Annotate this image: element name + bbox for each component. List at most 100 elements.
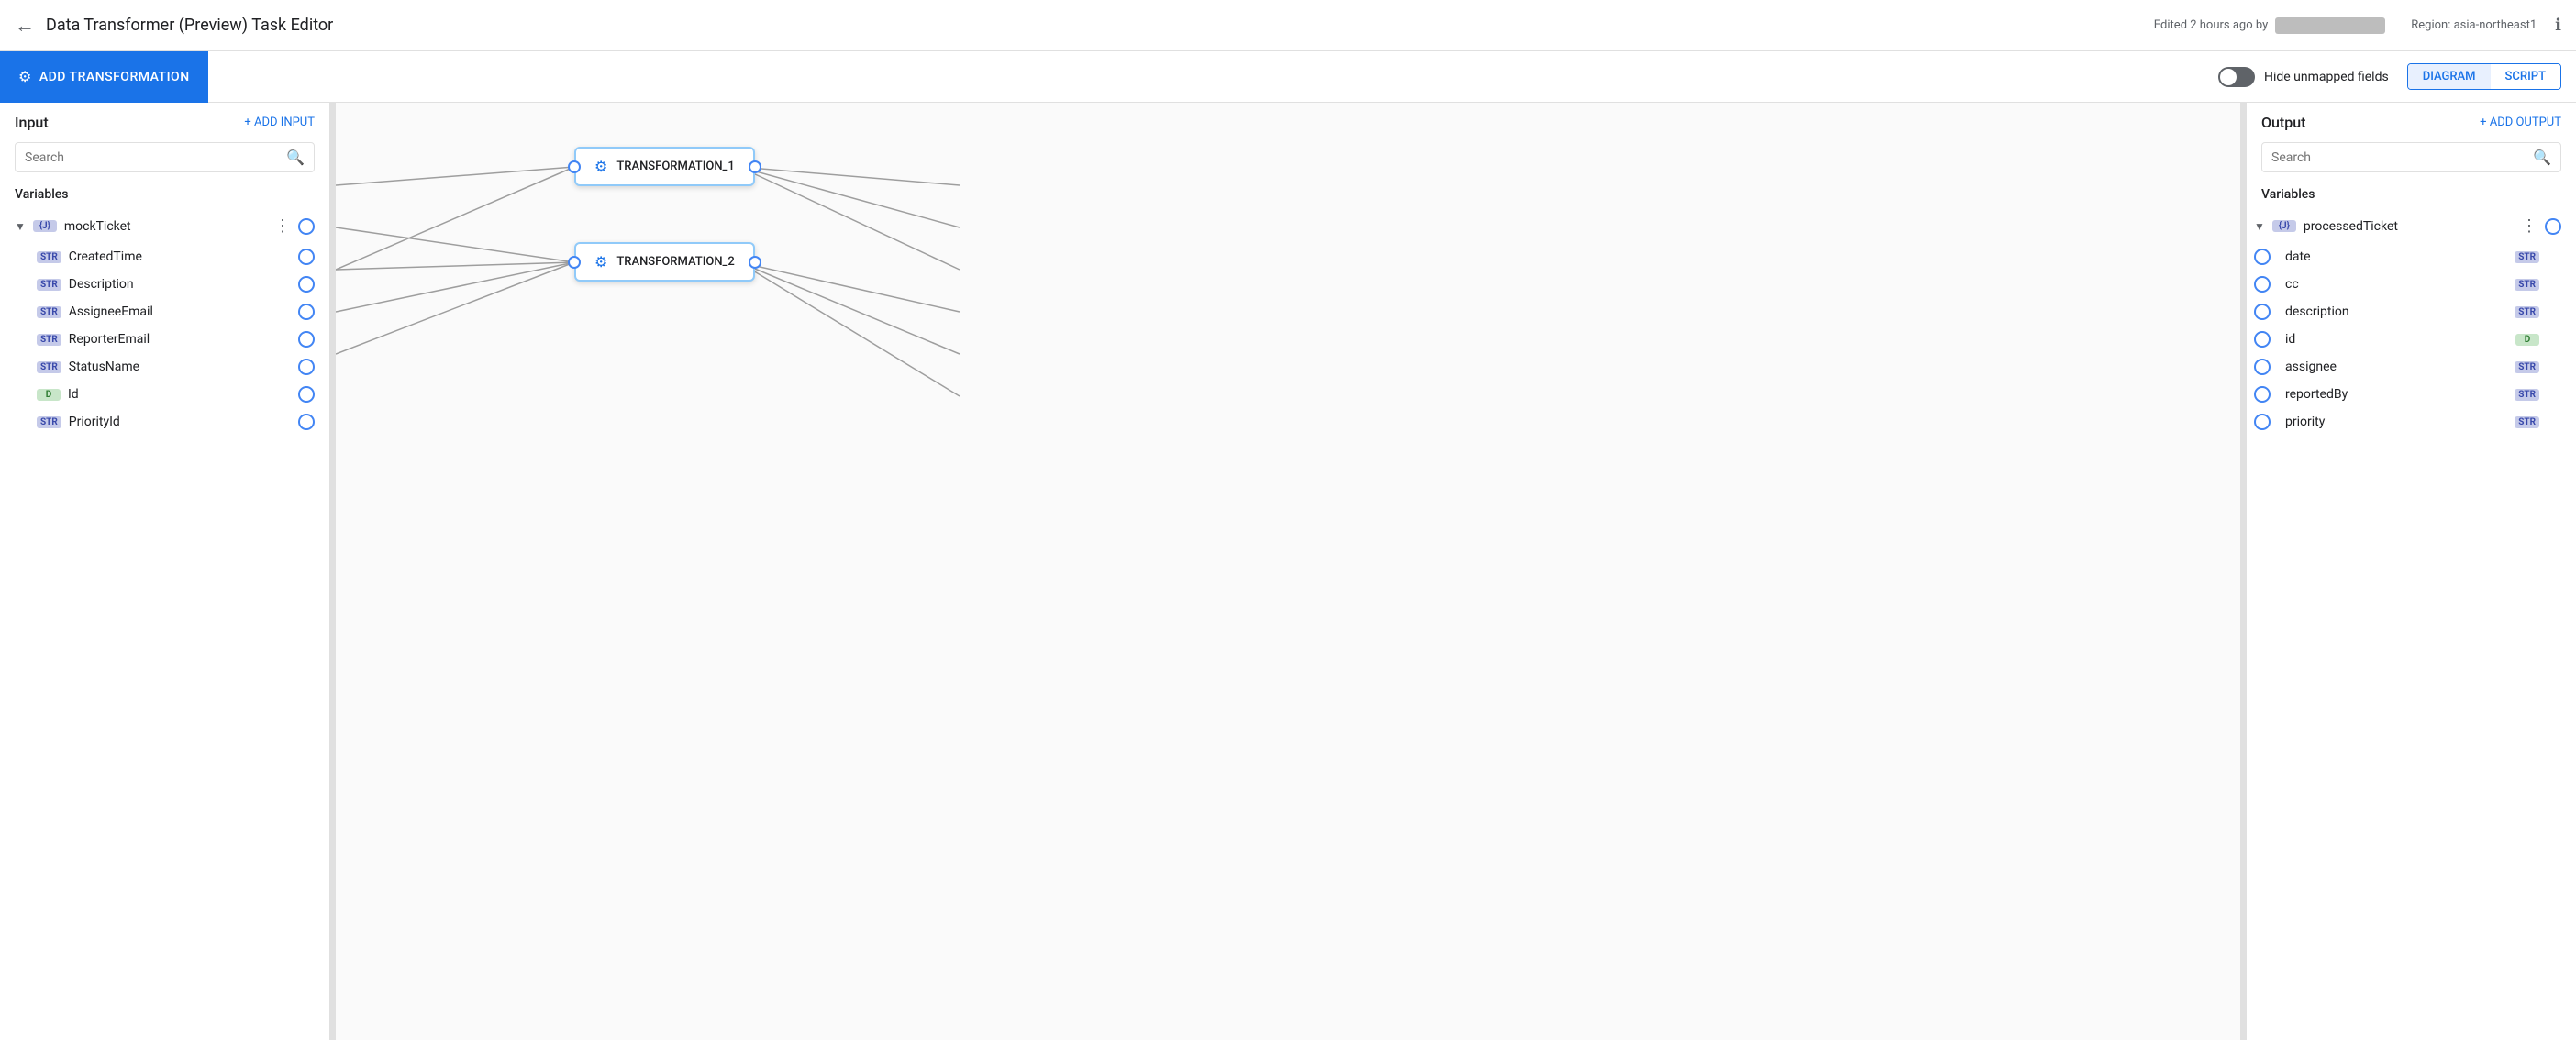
region-text: Region: asia-northeast1: [2411, 18, 2537, 32]
child-name: StatusName: [69, 360, 291, 374]
child-name: description: [2285, 304, 2507, 319]
output-parent-connector: [2545, 218, 2561, 235]
toggle-label: Hide unmapped fields: [2264, 70, 2389, 84]
node-left-connector-1: [568, 160, 581, 173]
child-connector: [298, 249, 315, 265]
view-tabs: DIAGRAM SCRIPT: [2407, 63, 2561, 90]
user-placeholder: [2275, 17, 2385, 34]
node-right-connector-1: [749, 160, 761, 173]
transformation-node-1-label: TRANSFORMATION_1: [616, 160, 734, 173]
child-connector: [2254, 249, 2271, 265]
child-name: reportedBy: [2285, 387, 2507, 402]
child-connector: [2254, 359, 2271, 375]
output-search-box: 🔍: [2261, 142, 2561, 172]
add-transformation-button[interactable]: ⚙ ADD TRANSFORMATION: [0, 51, 208, 103]
child-type-badge: STR: [2515, 361, 2539, 373]
list-item: STR reportedBy: [2247, 381, 2576, 408]
chevron-down-icon: ▼: [2254, 220, 2265, 233]
add-transformation-label: ADD TRANSFORMATION: [39, 70, 190, 84]
edited-text: Edited 2 hours ago by: [2154, 18, 2268, 32]
child-type-badge: STR: [37, 306, 61, 318]
child-connector: [2254, 414, 2271, 430]
list-item: STR ReporterEmail: [0, 326, 329, 353]
child-connector: [2254, 276, 2271, 293]
child-type-badge: STR: [37, 251, 61, 263]
list-item: STR PriorityId: [0, 408, 329, 436]
child-type-badge: STR: [37, 334, 61, 346]
input-variable-group: ▼ {J} mockTicket ⋮ STR CreatedTime STR D…: [0, 209, 329, 436]
output-search-icon: 🔍: [2533, 149, 2551, 166]
output-variable-parent[interactable]: ▼ {J} processedTicket ⋮: [2247, 209, 2576, 243]
child-connector: [298, 276, 315, 293]
output-parent-name: processedTicket: [2304, 219, 2514, 234]
child-connector: [298, 414, 315, 430]
script-tab[interactable]: SCRIPT: [2491, 64, 2560, 89]
input-parent-name: mockTicket: [64, 219, 267, 234]
input-panel-title: Input: [15, 114, 237, 131]
gear-icon: ⚙: [18, 68, 32, 85]
list-item: STR Description: [0, 271, 329, 298]
list-item: STR date: [2247, 243, 2576, 271]
output-variable-group: ▼ {J} processedTicket ⋮ STR date STR cc …: [2247, 209, 2576, 436]
child-connector: [298, 304, 315, 320]
header-meta: Edited 2 hours ago by: [2154, 17, 2385, 34]
child-name: id: [2285, 332, 2508, 347]
child-connector: [298, 359, 315, 375]
add-input-button[interactable]: + ADD INPUT: [244, 116, 315, 129]
child-name: cc: [2285, 277, 2507, 292]
canvas[interactable]: ⚙ TRANSFORMATION_1 ⚙ TRANSFORMATION_2: [336, 103, 2240, 1040]
child-name: Description: [69, 277, 291, 292]
output-panel-header: Output + ADD OUTPUT: [2247, 103, 2576, 142]
output-panel: Output + ADD OUTPUT 🔍 Variables ▼ {J} pr…: [2246, 103, 2576, 1040]
output-parent-menu-icon[interactable]: ⋮: [2521, 216, 2537, 236]
header: ← Data Transformer (Preview) Task Editor…: [0, 0, 2576, 51]
page-title: Data Transformer (Preview) Task Editor: [46, 16, 2143, 35]
main-layout: Input + ADD INPUT 🔍 Variables ▼ {J} mock…: [0, 103, 2576, 1040]
child-connector: [298, 386, 315, 403]
child-name: date: [2285, 249, 2507, 264]
child-name: priority: [2285, 415, 2507, 429]
node-gear-icon-2: ⚙: [594, 253, 607, 271]
transformation-node-2-label: TRANSFORMATION_2: [616, 255, 734, 269]
list-item: STR priority: [2247, 408, 2576, 436]
list-item: STR CreatedTime: [0, 243, 329, 271]
child-connector: [2254, 386, 2271, 403]
input-parent-menu-icon[interactable]: ⋮: [274, 216, 291, 236]
input-variables-label: Variables: [0, 183, 329, 209]
transformation-node-1[interactable]: ⚙ TRANSFORMATION_1: [574, 147, 755, 186]
chevron-down-icon: ▼: [15, 220, 26, 233]
input-variable-parent[interactable]: ▼ {J} mockTicket ⋮: [0, 209, 329, 243]
child-connector: [2254, 331, 2271, 348]
child-type-badge: STR: [2515, 389, 2539, 401]
child-connector: [298, 331, 315, 348]
transformation-node-2[interactable]: ⚙ TRANSFORMATION_2: [574, 242, 755, 282]
node-left-connector-2: [568, 256, 581, 269]
hide-unmapped-toggle[interactable]: [2218, 67, 2255, 87]
output-variables-label: Variables: [2247, 183, 2576, 209]
child-name: CreatedTime: [69, 249, 291, 264]
input-search-input[interactable]: [25, 150, 279, 165]
input-search-icon: 🔍: [286, 149, 305, 166]
add-output-button[interactable]: + ADD OUTPUT: [2480, 116, 2561, 129]
toolbar: ⚙ ADD TRANSFORMATION Hide unmapped field…: [0, 51, 2576, 103]
child-type-badge: D: [37, 389, 61, 401]
child-type-badge: STR: [37, 361, 61, 373]
input-parent-type-badge: {J}: [33, 220, 57, 232]
child-name: assignee: [2285, 360, 2507, 374]
node-right-connector-2: [749, 256, 761, 269]
output-panel-title: Output: [2261, 114, 2472, 131]
node-gear-icon-1: ⚙: [594, 158, 607, 175]
input-panel: Input + ADD INPUT 🔍 Variables ▼ {J} mock…: [0, 103, 330, 1040]
input-search-box: 🔍: [15, 142, 315, 172]
output-parent-type-badge: {J}: [2272, 220, 2296, 232]
info-icon[interactable]: ℹ: [2555, 16, 2561, 35]
toggle-container: Hide unmapped fields: [2218, 67, 2389, 87]
child-type-badge: STR: [2515, 306, 2539, 318]
back-button[interactable]: ←: [15, 14, 35, 38]
diagram-tab[interactable]: DIAGRAM: [2408, 64, 2491, 89]
child-type-badge: STR: [2515, 279, 2539, 291]
child-type-badge: STR: [37, 416, 61, 428]
list-item: STR cc: [2247, 271, 2576, 298]
list-item: D id: [2247, 326, 2576, 353]
output-search-input[interactable]: [2271, 150, 2526, 165]
